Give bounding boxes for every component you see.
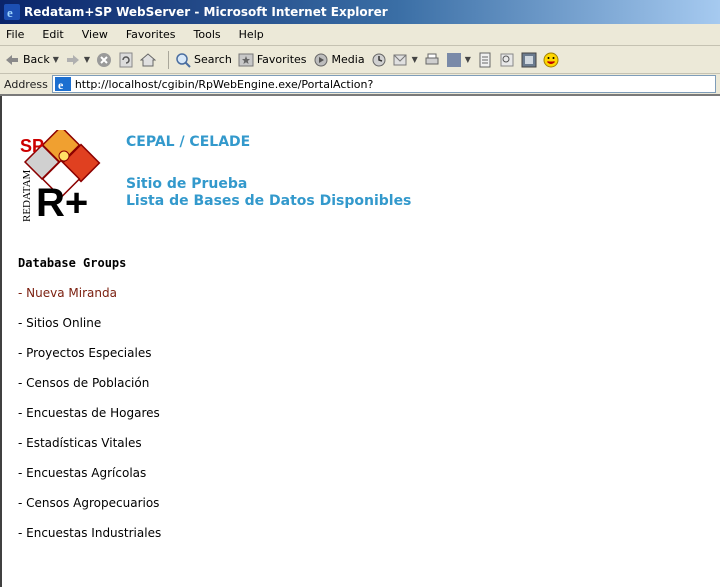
- menu-view[interactable]: View: [82, 28, 108, 41]
- media-label: Media: [331, 53, 365, 66]
- edit-square-icon: [446, 52, 461, 67]
- group-link-estadisticas-vitales[interactable]: - Estadísticas Vitales: [18, 436, 142, 450]
- address-bar: Address e http://localhost/cgibin/RpWebE…: [0, 74, 720, 96]
- list-item: - Estadísticas Vitales: [18, 436, 161, 466]
- ie-logo-icon: e: [4, 4, 20, 20]
- standard-toolbar: Back ▼ ▼ Search Favorites Media ▼ ▼: [0, 46, 720, 74]
- refresh-button[interactable]: [118, 52, 134, 68]
- messenger-icon: [521, 52, 537, 67]
- svg-text:e: e: [7, 5, 13, 20]
- list-item: - Encuestas de Hogares: [18, 406, 161, 436]
- research-button[interactable]: [499, 52, 515, 68]
- database-groups-heading: Database Groups: [18, 256, 127, 270]
- list-item: - Censos Agropecuarios: [18, 496, 161, 526]
- group-link-sitios-online[interactable]: - Sitios Online: [18, 316, 101, 330]
- mail-icon: [393, 54, 407, 65]
- ie-page-icon: e: [54, 77, 71, 91]
- org-heading: CEPAL / CELADE: [126, 134, 251, 150]
- window-title: Redatam+SP WebServer - Microsoft Interne…: [24, 5, 388, 19]
- logo-redatam-text: REDATAM: [21, 169, 33, 222]
- menu-bar: File Edit View Favorites Tools Help: [0, 24, 720, 46]
- list-item: - Sitios Online: [18, 316, 161, 346]
- list-item: - Censos de Población: [18, 376, 161, 406]
- database-groups-list: - Nueva Miranda - Sitios Online - Proyec…: [18, 286, 161, 556]
- media-button[interactable]: Media: [313, 52, 365, 68]
- address-input[interactable]: e http://localhost/cgibin/RpWebEngine.ex…: [51, 75, 716, 93]
- browser-window: e Redatam+SP WebServer - Microsoft Inter…: [0, 0, 720, 587]
- group-link-encuestas-hogares[interactable]: - Encuestas de Hogares: [18, 406, 160, 420]
- menu-edit[interactable]: Edit: [42, 28, 63, 41]
- menu-file[interactable]: File: [6, 28, 24, 41]
- group-link-encuestas-agricolas[interactable]: - Encuestas Agrícolas: [18, 466, 146, 480]
- list-item: - Proyectos Especiales: [18, 346, 161, 376]
- history-button[interactable]: [371, 52, 387, 68]
- address-url: http://localhost/cgibin/RpWebEngine.exe/…: [74, 77, 374, 91]
- messenger-button[interactable]: [521, 52, 537, 68]
- discuss-button[interactable]: [477, 52, 493, 68]
- favorites-button[interactable]: Favorites: [238, 52, 307, 68]
- home-button[interactable]: [140, 52, 157, 68]
- stop-button[interactable]: [96, 52, 112, 68]
- toolbar-separator: [168, 50, 170, 69]
- back-arrow-icon: [6, 54, 18, 65]
- home-icon: [140, 52, 157, 66]
- stop-icon: [97, 52, 112, 67]
- menu-favorites[interactable]: Favorites: [126, 28, 176, 41]
- smiley-icon: [543, 52, 559, 67]
- address-label: Address: [4, 77, 48, 91]
- refresh-icon: [119, 52, 133, 67]
- favorites-star-icon: [238, 53, 254, 66]
- list-heading: Lista de Bases de Datos Disponibles: [126, 193, 412, 209]
- group-link-proyectos-especiales[interactable]: - Proyectos Especiales: [18, 346, 151, 360]
- list-item: - Encuestas Industriales: [18, 526, 161, 556]
- chevron-down-icon[interactable]: ▼: [465, 55, 471, 64]
- edit-button[interactable]: ▼: [446, 52, 471, 68]
- title-bar: e Redatam+SP WebServer - Microsoft Inter…: [0, 0, 720, 24]
- list-item: - Nueva Miranda: [18, 286, 161, 316]
- research-icon: [500, 53, 514, 66]
- media-icon: [314, 53, 328, 66]
- back-button[interactable]: Back ▼: [4, 52, 59, 68]
- document-icon: [479, 52, 491, 67]
- group-link-nueva-miranda[interactable]: - Nueva Miranda: [18, 286, 117, 300]
- forward-button[interactable]: ▼: [65, 52, 90, 68]
- chevron-down-icon[interactable]: ▼: [412, 55, 418, 64]
- forward-arrow-icon: [66, 54, 79, 65]
- search-icon: [176, 52, 191, 68]
- list-item: - Encuestas Agrícolas: [18, 466, 161, 496]
- group-link-censos-poblacion[interactable]: - Censos de Población: [18, 376, 149, 390]
- logo-r-text: R+: [36, 181, 88, 222]
- logo-sp-text: SP: [20, 136, 44, 156]
- printer-icon: [425, 53, 439, 64]
- group-link-encuestas-industriales[interactable]: - Encuestas Industriales: [18, 526, 161, 540]
- chevron-down-icon[interactable]: ▼: [84, 55, 90, 64]
- site-heading: Sitio de Prueba: [126, 176, 248, 192]
- menu-help[interactable]: Help: [239, 28, 264, 41]
- group-link-censos-agropecuarios[interactable]: - Censos Agropecuarios: [18, 496, 159, 510]
- page-content: SP REDATAM R+ CEPAL / CELADE Sitio de Pr…: [0, 96, 720, 587]
- mail-button[interactable]: ▼: [393, 52, 418, 68]
- favorites-label: Favorites: [256, 53, 307, 66]
- smiley-button[interactable]: [543, 52, 559, 68]
- history-icon: [372, 53, 386, 66]
- menu-tools[interactable]: Tools: [194, 28, 221, 41]
- back-label: Back: [23, 53, 50, 66]
- search-label: Search: [194, 53, 232, 66]
- search-button[interactable]: Search: [175, 52, 232, 68]
- svg-text:e: e: [58, 78, 64, 91]
- chevron-down-icon[interactable]: ▼: [53, 55, 59, 64]
- print-button[interactable]: [424, 52, 440, 68]
- redatam-logo: SP REDATAM R+: [20, 130, 101, 222]
